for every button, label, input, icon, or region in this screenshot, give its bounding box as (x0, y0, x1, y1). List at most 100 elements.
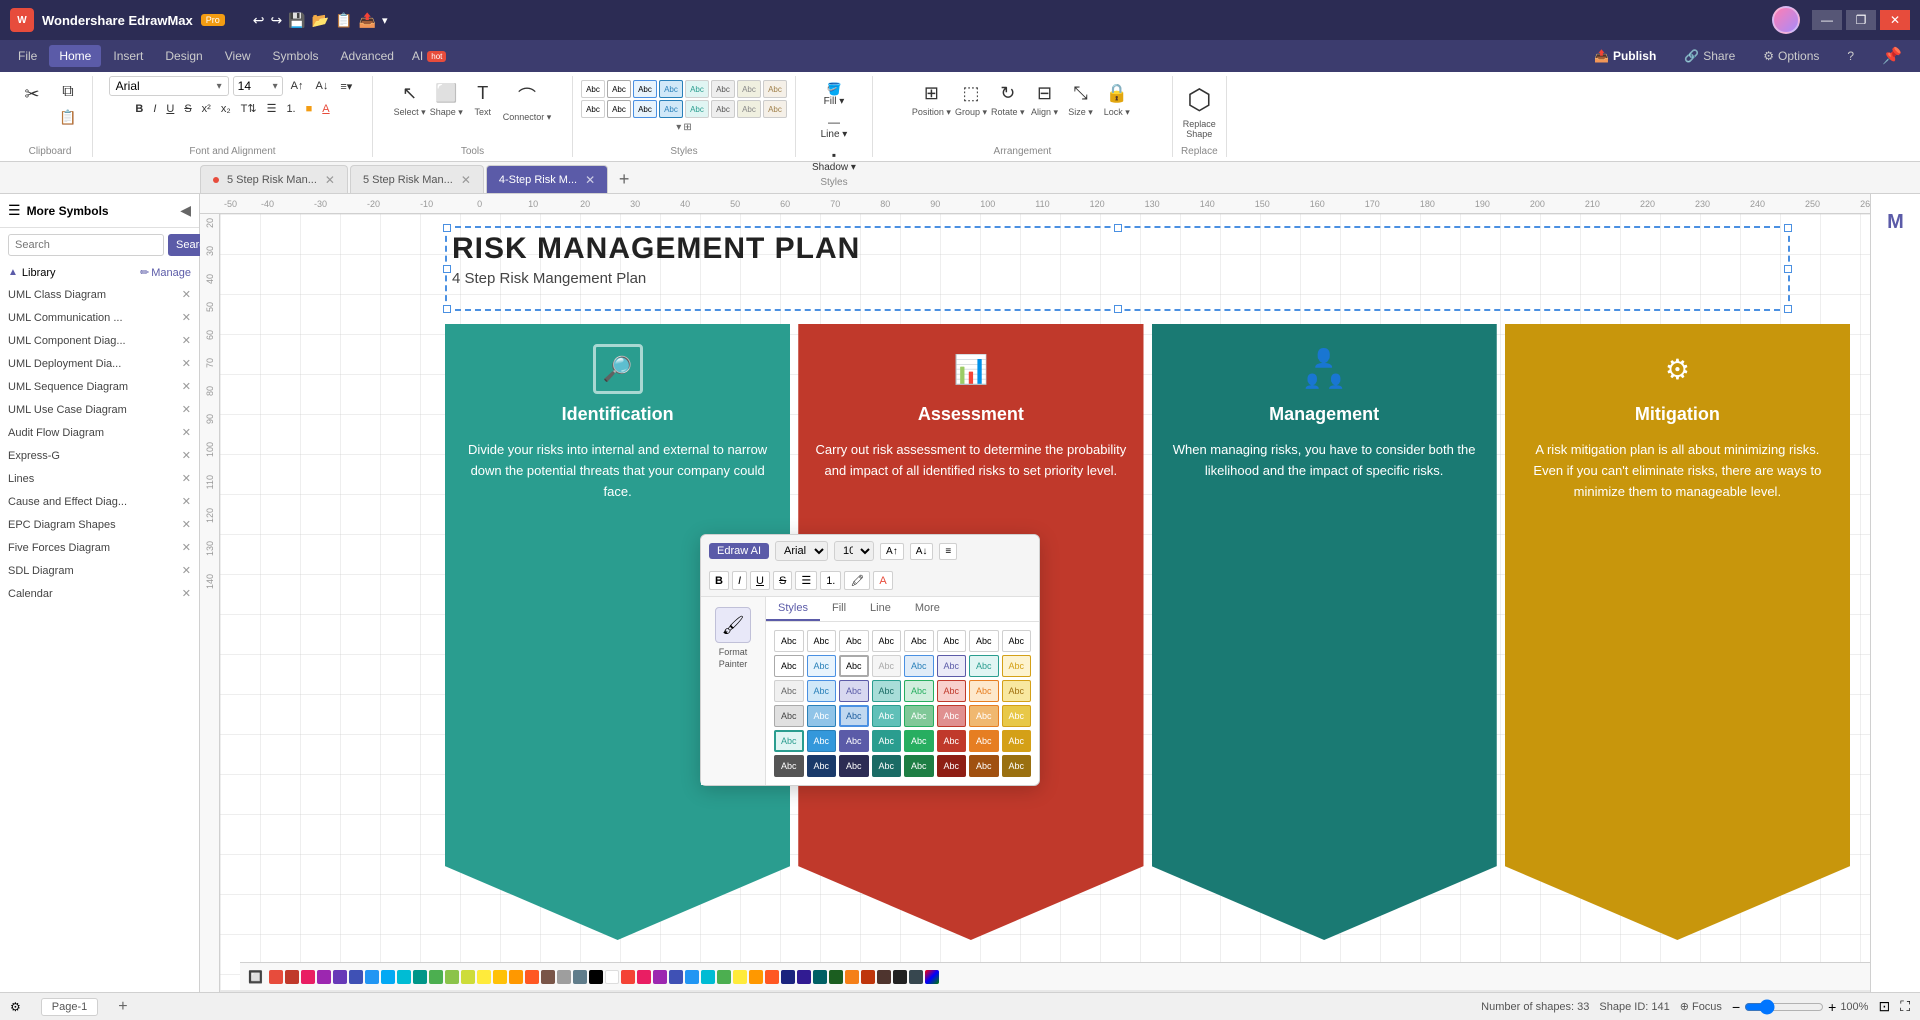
style-cell-14[interactable]: Abc (711, 100, 735, 118)
style-cell-6[interactable]: Abc (711, 80, 735, 98)
sg-4-5[interactable]: Abc (904, 705, 934, 727)
add-tab-button[interactable]: + (610, 165, 638, 193)
close-audit[interactable]: ✕ (182, 426, 191, 439)
format-painter-button[interactable]: 🖌 (715, 607, 751, 643)
cut-button[interactable]: ✂ (16, 80, 48, 109)
page-settings-button[interactable]: ⚙ (10, 1000, 21, 1014)
sg-1-1[interactable]: Abc (774, 630, 804, 652)
fill-button[interactable]: 🪣Fill ▾ (804, 80, 864, 109)
sidebar-item-uml-comp[interactable]: UML Component Diag... ✕ (0, 329, 199, 352)
help-button[interactable]: ? (1837, 45, 1864, 67)
sg-2-4[interactable]: Abc (872, 655, 902, 677)
sp-strike-btn[interactable]: S (773, 571, 792, 590)
sg-6-5[interactable]: Abc (904, 755, 934, 777)
sg-4-3[interactable]: Abc (839, 705, 869, 727)
color-lime[interactable] (461, 970, 475, 984)
close-button[interactable]: ✕ (1880, 10, 1910, 30)
color-red1[interactable] (269, 970, 283, 984)
sg-3-6[interactable]: Abc (937, 680, 967, 702)
sp-tab-fill[interactable]: Fill (820, 597, 858, 621)
color-lgreen[interactable] (445, 970, 459, 984)
template-button[interactable]: 📋 (335, 12, 352, 29)
color-dorange[interactable] (525, 970, 539, 984)
sp-font-select[interactable]: Arial (775, 541, 828, 561)
style-cell-12[interactable]: Abc (659, 100, 683, 118)
tab-3[interactable]: 4-Step Risk M... ✕ (486, 165, 608, 193)
style-cell-13[interactable]: Abc (685, 100, 709, 118)
sg-3-7[interactable]: Abc (969, 680, 999, 702)
color-cyan[interactable] (397, 970, 411, 984)
color-amber[interactable] (493, 970, 507, 984)
text-direction-button[interactable]: T⇅ (237, 100, 261, 117)
sg-4-8[interactable]: Abc (1002, 705, 1032, 727)
sg-5-7[interactable]: Abc (969, 730, 999, 752)
strikethrough-button[interactable]: S (180, 101, 195, 117)
color-orange2[interactable] (749, 970, 763, 984)
redo-button[interactable]: ↪ (271, 12, 283, 29)
color-yellow2[interactable] (733, 970, 747, 984)
options-button[interactable]: ⚙ Options (1753, 45, 1829, 67)
color-dpurple[interactable] (333, 970, 347, 984)
menu-design[interactable]: Design (155, 45, 212, 67)
sg-1-3[interactable]: Abc (839, 630, 869, 652)
sp-align-btn[interactable]: ≡ (939, 543, 957, 560)
color-red2[interactable] (285, 970, 299, 984)
sp-size-select[interactable]: 10 (834, 541, 874, 561)
style-cell-15[interactable]: Abc (737, 100, 761, 118)
focus-button[interactable]: ⊕ Focus (1680, 1000, 1722, 1013)
font-color-button[interactable]: A (318, 101, 333, 117)
undo-button[interactable]: ↩ (253, 12, 265, 29)
manage-button[interactable]: ✏ Manage (140, 266, 191, 279)
sp-italic-btn[interactable]: I (732, 571, 747, 590)
style-cell-16[interactable]: Abc (763, 100, 787, 118)
decrease-font-button[interactable]: A↓ (312, 78, 333, 94)
canvas[interactable]: RISK MANAGEMENT PLAN 4 Step Risk Mangeme… (220, 214, 1870, 990)
color-blue[interactable] (365, 970, 379, 984)
sg-4-6[interactable]: Abc (937, 705, 967, 727)
sp-underline-btn[interactable]: U (750, 571, 770, 590)
color-black[interactable] (589, 970, 603, 984)
lock-button[interactable]: 🔒 (1101, 80, 1133, 107)
menu-advanced[interactable]: Advanced (331, 45, 404, 67)
tab-2[interactable]: 5 Step Risk Man... ✕ (350, 165, 484, 193)
sg-4-7[interactable]: Abc (969, 705, 999, 727)
color-more[interactable] (925, 970, 939, 984)
tab-1[interactable]: 5 Step Risk Man... ✕ (200, 165, 348, 193)
close-lines[interactable]: ✕ (182, 472, 191, 485)
sp-tab-styles[interactable]: Styles (766, 597, 820, 621)
sidebar-item-sdl[interactable]: SDL Diagram ✕ (0, 559, 199, 582)
italic-button[interactable]: I (149, 101, 160, 117)
sg-6-4[interactable]: Abc (872, 755, 902, 777)
export-button[interactable]: 📤 (359, 12, 376, 29)
sg-4-4[interactable]: Abc (872, 705, 902, 727)
close-five-forces[interactable]: ✕ (182, 541, 191, 554)
sidebar-item-uml-class[interactable]: UML Class Diagram ✕ (0, 283, 199, 306)
sg-6-6[interactable]: Abc (937, 755, 967, 777)
sg-2-3[interactable]: Abc (839, 655, 869, 677)
tab-2-close[interactable]: ✕ (461, 173, 471, 187)
color-yellow[interactable] (477, 970, 491, 984)
sg-1-7[interactable]: Abc (969, 630, 999, 652)
sidebar-item-cause[interactable]: Cause and Effect Diag... ✕ (0, 490, 199, 513)
sp-decrease-btn[interactable]: A↓ (910, 543, 934, 560)
underline-button[interactable]: U (162, 101, 178, 117)
sg-3-8[interactable]: Abc (1002, 680, 1032, 702)
sidebar-item-calendar[interactable]: Calendar ✕ (0, 582, 199, 605)
page-tab[interactable]: Page-1 (41, 998, 98, 1016)
sp-tab-more[interactable]: More (903, 597, 952, 621)
sidebar-item-express[interactable]: Express-G ✕ (0, 444, 199, 467)
color-pink2[interactable] (637, 970, 651, 984)
sp-increase-btn[interactable]: A↑ (880, 543, 904, 560)
align-btn[interactable]: ⊟ (1029, 80, 1061, 107)
color-dark3[interactable] (813, 970, 827, 984)
sg-3-3[interactable]: Abc (839, 680, 869, 702)
sg-2-6[interactable]: Abc (937, 655, 967, 677)
sg-1-6[interactable]: Abc (937, 630, 967, 652)
color-dark7[interactable] (877, 970, 891, 984)
style-cell-5[interactable]: Abc (685, 80, 709, 98)
close-epc[interactable]: ✕ (182, 518, 191, 531)
superscript-button[interactable]: x² (198, 101, 215, 117)
pin-button[interactable]: 📌 (1872, 42, 1912, 70)
sg-5-4[interactable]: Abc (872, 730, 902, 752)
subscript-button[interactable]: x₂ (217, 101, 235, 117)
